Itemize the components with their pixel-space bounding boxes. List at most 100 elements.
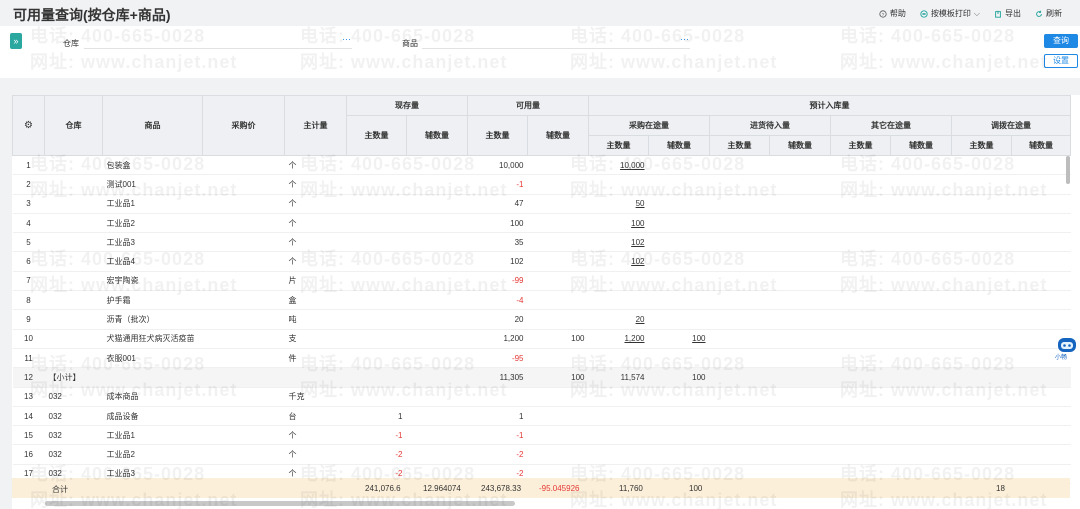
cell-pi-aux	[769, 271, 831, 292]
col-tt-main[interactable]: 主数量	[951, 135, 1012, 156]
cell-tt-aux	[1011, 251, 1071, 272]
table-row[interactable]: 1 包装盒 个 10,000 10,000	[12, 155, 1071, 176]
cell-pt-aux	[648, 406, 710, 427]
cell-tt-main	[951, 174, 1012, 195]
inventory-table: ⚙ 仓库 商品 采购价 主计量 现存量 可用量 预计入库量 主数量 辅数量 主数…	[12, 95, 1071, 485]
table-row[interactable]: 16 032 工业品2 个 -2 -2	[12, 444, 1071, 465]
cell-pt-main[interactable]: 1,200	[588, 329, 649, 349]
cell-available-main	[467, 387, 528, 407]
help-icon: ?	[879, 9, 887, 18]
cell-on-hand-main	[346, 348, 407, 369]
col-available-aux[interactable]: 辅数量	[527, 115, 589, 156]
cell-pt-main[interactable]: 100	[588, 213, 649, 234]
table-row[interactable]: 10 犬猫通用狂犬病灭活疫苗支 1,200 100 1,200 100	[12, 329, 1071, 349]
product-input[interactable]	[422, 35, 690, 49]
col-purchase-price[interactable]: 采购价	[202, 95, 285, 156]
warehouse-label: 仓库	[63, 39, 79, 48]
table-row[interactable]: 5 工业品3 个 35 102	[12, 232, 1071, 253]
table-row[interactable]: 3 工业品1 个 47 50	[12, 194, 1071, 214]
cell-pt-aux	[648, 271, 710, 292]
cell-pi-main	[709, 348, 770, 369]
cell-main-unit: 盒	[284, 290, 347, 311]
cell-pt-aux	[648, 290, 710, 311]
table-row[interactable]: 8 护手霜 盒 -4	[12, 290, 1071, 311]
warehouse-picker-icon[interactable]: ···	[342, 34, 351, 44]
cell-purchase-price	[202, 309, 285, 330]
table-row[interactable]: 6 工业品4 个 102 102	[12, 251, 1071, 272]
cell-available-main: 20	[467, 309, 528, 330]
cell-tt-aux	[1011, 406, 1071, 427]
cell-pi-aux	[769, 444, 831, 465]
cell-available-aux	[527, 387, 589, 407]
cell-warehouse	[44, 251, 103, 272]
cell-main-unit: 个	[284, 194, 347, 214]
col-pi-aux[interactable]: 辅数量	[769, 135, 831, 156]
print-icon	[920, 9, 928, 18]
cell-tt-aux	[1011, 194, 1071, 214]
refresh-button[interactable]: 刷新	[1035, 8, 1062, 19]
table-row[interactable]: 15 032 工业品1 个 -1 -1	[12, 425, 1071, 446]
warehouse-input[interactable]	[84, 35, 352, 49]
col-on-hand-main[interactable]: 主数量	[346, 115, 407, 156]
cell-pt-aux	[648, 251, 710, 272]
table-row[interactable]: 7 宏宇陶瓷 片 -99	[12, 271, 1071, 292]
collapse-tab-icon[interactable]: »	[10, 33, 22, 49]
cell-purchase-price	[202, 174, 285, 195]
table-row[interactable]: 9 沥青（批次） 吨 20 20	[12, 309, 1071, 330]
col-ot-main[interactable]: 主数量	[830, 135, 891, 156]
row-number: 10	[12, 329, 45, 349]
cell-pt-aux[interactable]: 100	[648, 329, 710, 349]
col-warehouse[interactable]: 仓库	[44, 95, 103, 156]
cell-on-hand-main	[346, 155, 407, 176]
cell-available-main: 10,000	[467, 155, 528, 176]
table-row[interactable]: 13 032 成本商品 千克	[12, 387, 1071, 407]
chevron-down-icon[interactable]: ⌵	[974, 9, 980, 19]
cell-on-hand-aux	[406, 194, 468, 214]
cell-pt-main[interactable]: 20	[588, 309, 649, 330]
cell-pt-main[interactable]: 10,000	[588, 155, 649, 176]
col-main-unit[interactable]: 主计量	[284, 95, 347, 156]
table-row[interactable]: 12 【小计】 11,305 100 11,574 100	[12, 367, 1071, 388]
cell-pt-main	[588, 348, 649, 369]
col-pt-main[interactable]: 主数量	[588, 135, 649, 156]
cell-pt-main[interactable]: 102	[588, 251, 649, 272]
settings-button[interactable]: 设置	[1044, 54, 1078, 68]
cell-warehouse	[44, 194, 103, 214]
query-button[interactable]: 查询	[1044, 34, 1078, 48]
vertical-scrollbar[interactable]	[1066, 156, 1070, 184]
col-product[interactable]: 商品	[102, 95, 203, 156]
cell-product	[102, 367, 203, 388]
horizontal-scrollbar[interactable]	[45, 501, 515, 506]
cell-purchase-price	[202, 425, 285, 446]
cell-ot-aux	[890, 213, 952, 234]
help-button[interactable]: ? 帮助	[879, 8, 906, 19]
table-row[interactable]: 2 测试001 个 -1	[12, 174, 1071, 195]
cell-warehouse	[44, 290, 103, 311]
col-available-main[interactable]: 主数量	[467, 115, 528, 156]
cell-available-main: -95	[467, 348, 528, 369]
cell-on-hand-aux	[406, 290, 468, 311]
cell-pt-main[interactable]: 50	[588, 194, 649, 214]
table-row[interactable]: 14 032 成品设备台 1 1	[12, 406, 1071, 427]
table-row[interactable]: 4 工业品2 个 100 100	[12, 213, 1071, 234]
table-row[interactable]: 11 衣服001 件 -95	[12, 348, 1071, 369]
col-on-hand-aux[interactable]: 辅数量	[406, 115, 468, 156]
cell-pi-main	[709, 367, 770, 388]
product-picker-icon[interactable]: ···	[680, 34, 689, 44]
col-pt-aux[interactable]: 辅数量	[648, 135, 710, 156]
col-tt-aux[interactable]: 辅数量	[1011, 135, 1071, 156]
cell-product: 工业品1	[102, 194, 203, 214]
export-button[interactable]: 导出	[994, 8, 1021, 19]
col-pi-main[interactable]: 主数量	[709, 135, 770, 156]
cell-pt-main[interactable]: 102	[588, 232, 649, 253]
print-template-button[interactable]: 按模板打印 ⌵	[920, 8, 980, 19]
settings-column-icon[interactable]: ⚙	[12, 95, 45, 156]
row-number: 13	[12, 387, 45, 407]
cell-warehouse	[44, 155, 103, 176]
col-ot-aux[interactable]: 辅数量	[890, 135, 952, 156]
col-pending-in: 进货待入量	[709, 115, 831, 136]
row-number: 2	[12, 174, 45, 195]
assistant-label[interactable]: 小畅	[1055, 352, 1067, 361]
cell-purchase-price	[202, 213, 285, 234]
row-number: 11	[12, 348, 45, 369]
